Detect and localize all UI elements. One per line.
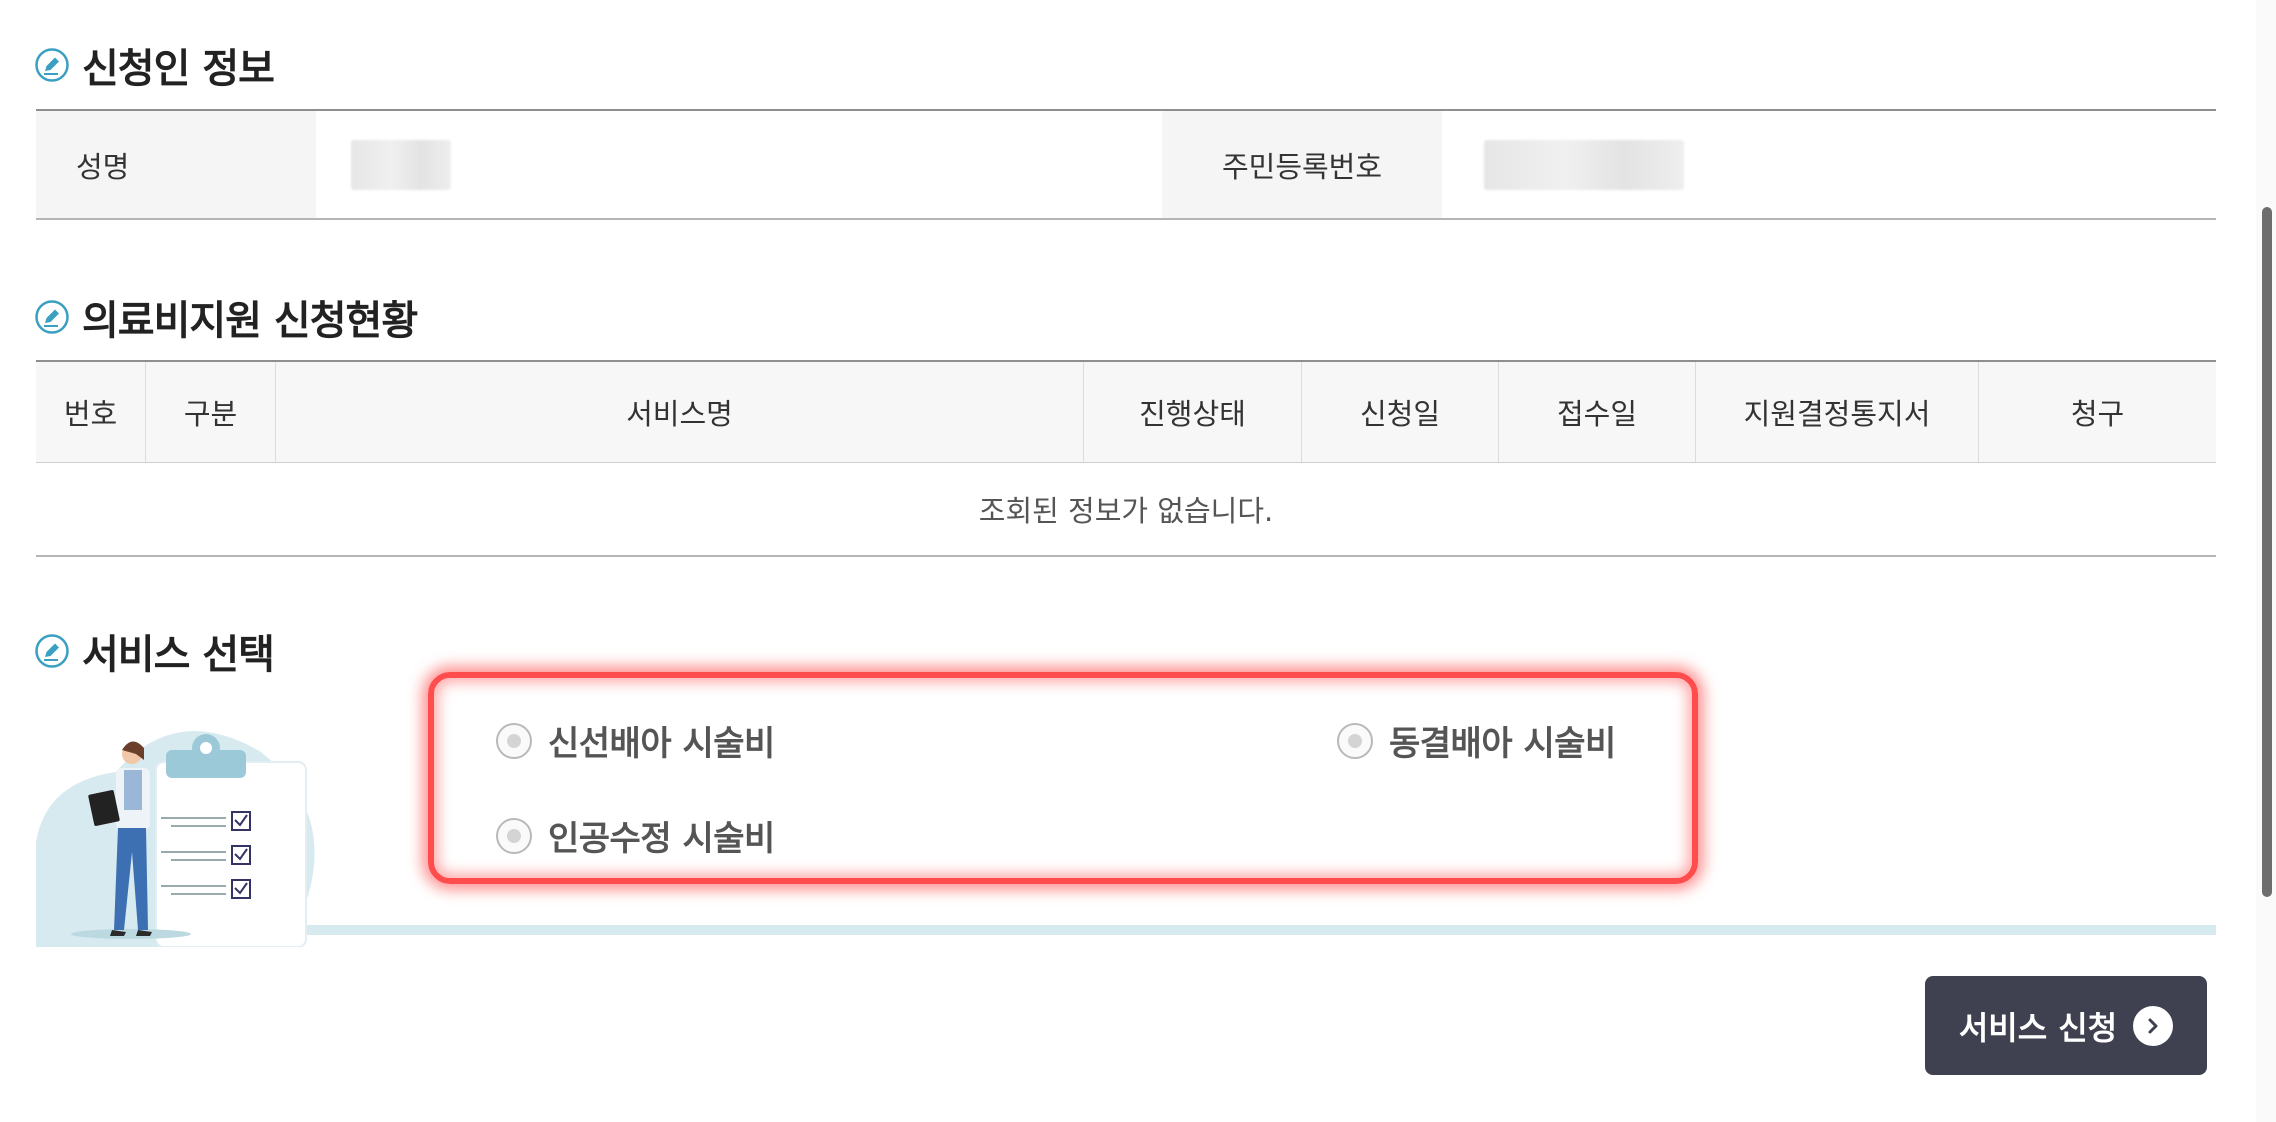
column-header-service-name: 서비스명 — [276, 362, 1084, 462]
radio-option-fresh-embryo[interactable]: 신선배아 시술비 — [496, 716, 775, 765]
application-status-table: 번호 구분 서비스명 진행상태 신청일 접수일 지원결정통지서 청구 조회된 정… — [36, 360, 2216, 557]
pencil-icon — [35, 300, 69, 334]
vertical-scrollbar[interactable] — [2256, 0, 2276, 1122]
radio-option-artificial-insemination[interactable]: 인공수정 시술비 — [496, 811, 775, 860]
column-header-progress-status: 진행상태 — [1084, 362, 1302, 462]
section-title-text: 서비스 선택 — [82, 632, 275, 678]
column-header-number: 번호 — [36, 362, 146, 462]
empty-message: 조회된 정보가 없습니다. — [978, 494, 1274, 528]
column-header-receipt-date: 접수일 — [1499, 362, 1696, 462]
column-header-claim: 청구 — [2070, 397, 2125, 431]
redacted-rrn — [1484, 139, 1684, 190]
applicant-section-title: 신청인 정보 — [34, 36, 275, 94]
name-value — [316, 111, 1162, 218]
column-header-category: 구분 — [146, 362, 276, 462]
applicant-info-table: 성명 주민등록번호 — [36, 109, 2216, 220]
radio-label: 신선배아 시술비 — [548, 724, 775, 764]
radio-option-frozen-embryo[interactable]: 동결배아 시술비 — [1337, 716, 1616, 765]
section-title-text: 신청인 정보 — [82, 46, 275, 92]
apply-button-label: 서비스 신청 — [1958, 1008, 2118, 1047]
status-section-title: 의료비지원 신청현황 — [34, 288, 418, 346]
service-section-title: 서비스 선택 — [34, 622, 275, 680]
section-baseline — [36, 925, 2216, 935]
radio-label: 인공수정 시술비 — [548, 819, 775, 859]
radio-button-icon[interactable] — [1337, 722, 1373, 759]
pencil-icon — [35, 48, 69, 82]
column-header-apply-date: 신청일 — [1302, 362, 1499, 462]
redacted-name — [351, 139, 451, 190]
pencil-icon — [35, 634, 69, 668]
rrn-value — [1442, 111, 2216, 218]
radio-label: 동결배아 시술비 — [1389, 724, 1616, 764]
column-header-decision-notice: 지원결정통지서 — [1696, 362, 1979, 462]
name-label: 성명 — [36, 111, 316, 218]
apply-service-button[interactable]: 서비스 신청 — [1925, 976, 2207, 1075]
doctor-clipboard-illustration — [36, 731, 315, 947]
radio-button-icon[interactable] — [496, 817, 532, 854]
scrollbar-thumb[interactable] — [2262, 207, 2272, 897]
radio-button-icon[interactable] — [496, 722, 532, 759]
section-title-text: 의료비지원 신청현황 — [82, 298, 418, 344]
rrn-label: 주민등록번호 — [1162, 111, 1442, 218]
table-header: 번호 구분 서비스명 진행상태 신청일 접수일 지원결정통지서 청구 — [36, 362, 2216, 463]
chevron-right-icon — [2133, 1005, 2174, 1046]
